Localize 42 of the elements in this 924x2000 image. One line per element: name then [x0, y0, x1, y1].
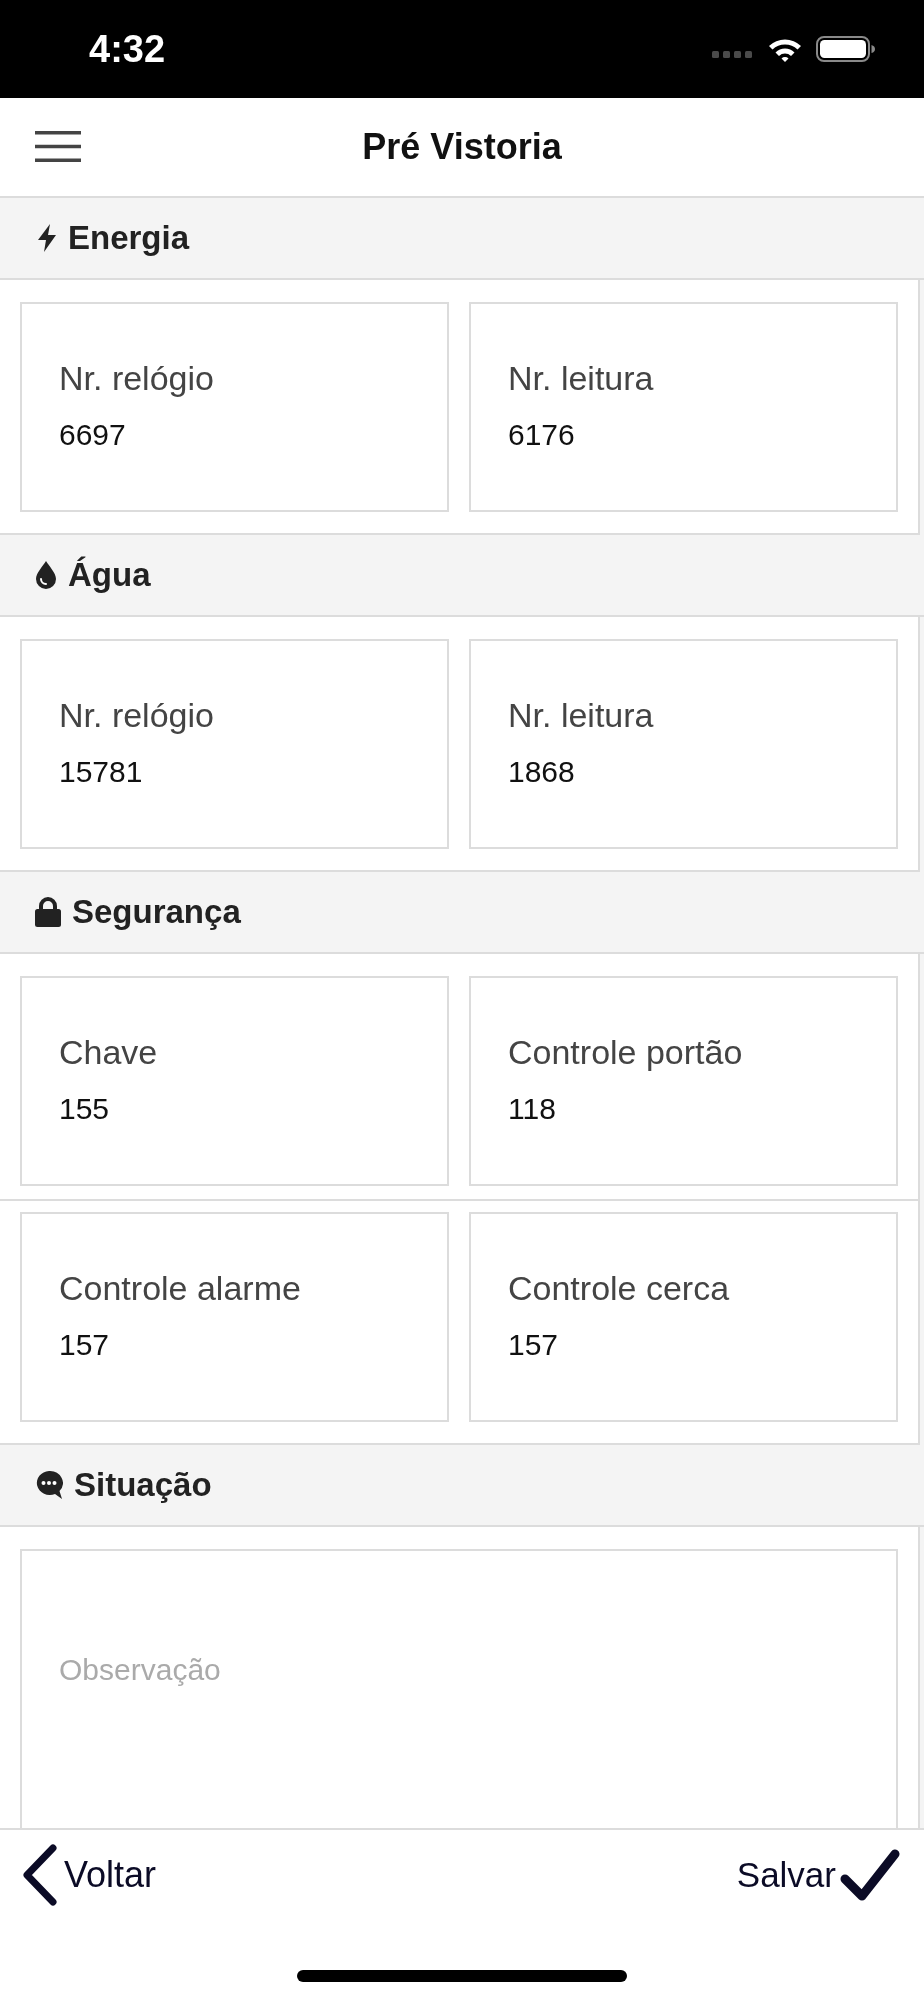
checkmark-icon: [840, 1848, 900, 1902]
lightning-bolt-icon: [37, 224, 57, 252]
battery-icon: [816, 36, 875, 62]
placeholder-text: Observação: [59, 1652, 221, 1688]
input-field[interactable]: Controle alarme 157: [20, 1212, 449, 1422]
page-title: Pré Vistoria: [362, 125, 562, 169]
input-field[interactable]: Controle portão 118: [469, 976, 898, 1186]
field-value: 15781: [59, 754, 143, 790]
section-title: Segurança: [72, 892, 241, 932]
section-title: Energia: [68, 218, 190, 258]
field-value: 155: [59, 1091, 110, 1127]
field-value: 118: [508, 1091, 556, 1127]
input-field[interactable]: Chave 155: [20, 976, 449, 1186]
field-label: Controle cerca: [508, 1268, 730, 1308]
chevron-left-icon: [22, 1844, 58, 1906]
chat-bubble-icon: [35, 1470, 63, 1500]
status-time: 4:32: [89, 27, 166, 71]
field-label: Controle portão: [508, 1032, 743, 1072]
section-title: Situação: [74, 1465, 212, 1505]
signal-dots-icon: [712, 50, 752, 58]
field-label: Chave: [59, 1032, 158, 1072]
padlock-icon: [35, 897, 61, 927]
input-field[interactable]: Nr. relógio 15781: [20, 639, 449, 849]
field-value: 1868: [508, 754, 575, 790]
input-field[interactable]: Controle cerca 157: [469, 1212, 898, 1422]
field-value: 6697: [59, 417, 126, 453]
field-value: 157: [508, 1327, 559, 1363]
input-field[interactable]: Nr. relógio 6697: [20, 302, 449, 512]
field-value: 157: [59, 1327, 110, 1363]
input-field[interactable]: Nr. leitura 6176: [469, 302, 898, 512]
field-value: 6176: [508, 417, 575, 453]
water-drop-icon: [35, 561, 57, 589]
field-label: Nr. relógio: [59, 695, 214, 735]
field-label: Controle alarme: [59, 1268, 301, 1308]
field-label: Nr. relógio: [59, 358, 214, 398]
menu-icon[interactable]: [35, 131, 81, 162]
field-label: Nr. leitura: [508, 358, 654, 398]
back-button[interactable]: Voltar: [22, 1844, 157, 1906]
save-button[interactable]: Salvar: [736, 1848, 900, 1902]
field-label: Nr. leitura: [508, 695, 654, 735]
section-title: Água: [68, 555, 151, 595]
input-field[interactable]: Nr. leitura 1868: [469, 639, 898, 849]
